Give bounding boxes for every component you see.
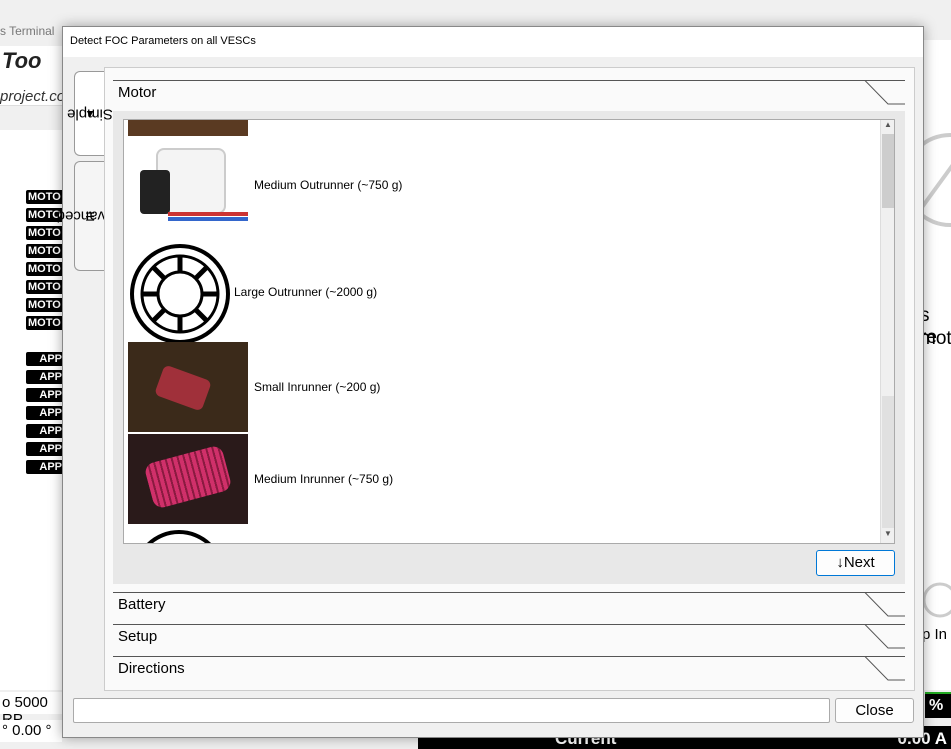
motor-type-list[interactable]: Medium Outrunner (~750 g) Large Outrunne… xyxy=(123,119,895,544)
logo-text: Too xyxy=(2,48,42,73)
motor-badge[interactable]: MOTO xyxy=(26,298,66,312)
motor-badge[interactable]: MOTO xyxy=(26,190,66,204)
app-badge[interactable]: APP xyxy=(26,424,66,438)
list-item[interactable]: Small Inrunner (~200 g) xyxy=(128,342,868,432)
background-text: p In xyxy=(922,626,948,643)
motor-label: Medium Outrunner (~750 g) xyxy=(254,178,403,192)
arrow-down-icon: ↓ xyxy=(836,554,844,571)
background-right-pane xyxy=(920,40,951,690)
angle-field[interactable]: ° 0.00 ° xyxy=(0,720,62,742)
motor-thumbnail xyxy=(128,140,248,230)
help-icon xyxy=(922,582,951,618)
motor-badge[interactable]: MOTO xyxy=(26,316,66,330)
percent-gauge: % xyxy=(925,692,951,718)
next-button[interactable]: ↓Next xyxy=(816,550,895,576)
section-setup[interactable]: Setup xyxy=(113,624,905,649)
background-menu: s Terminal xyxy=(0,24,55,38)
motor-badge[interactable]: MOTO xyxy=(26,244,66,258)
background-text: mot xyxy=(920,328,951,349)
motor-badge[interactable]: MOTO xyxy=(26,262,66,276)
close-button[interactable]: Close xyxy=(835,698,914,723)
section-label: Setup xyxy=(118,628,158,645)
motor-badge[interactable]: MOTO xyxy=(26,226,66,240)
rpm-field[interactable]: o 5000 RP xyxy=(0,692,62,728)
toolbox: Motor Medium Outrunner (~750 g) Large Ou… xyxy=(104,67,915,691)
list-item[interactable]: Medium Inrunner (~750 g) xyxy=(128,434,868,524)
section-label: Battery xyxy=(118,596,166,613)
motor-panel: Medium Outrunner (~750 g) Large Outrunne… xyxy=(113,111,905,584)
app-badge[interactable]: APP xyxy=(26,442,66,456)
app-badge[interactable]: APP xyxy=(26,406,66,420)
scrollbar-thumb[interactable] xyxy=(882,134,894,208)
section-tab-corner xyxy=(863,592,905,617)
section-label: Directions xyxy=(118,660,185,677)
motor-thumbnail xyxy=(128,120,248,136)
scroll-up-icon[interactable]: ▲ xyxy=(881,120,894,134)
section-motor[interactable]: Motor xyxy=(113,80,905,105)
motor-badge[interactable]: MOTO xyxy=(26,280,66,294)
tab-label: Simple xyxy=(66,105,113,122)
list-scrollbar[interactable]: ▲ ▼ xyxy=(880,120,894,543)
section-battery[interactable]: Battery xyxy=(113,592,905,617)
section-tab-corner xyxy=(863,624,905,649)
tab-simple[interactable]: ▲ Simple xyxy=(67,71,112,156)
warning-graphic-icon xyxy=(920,133,951,227)
tab-advanced[interactable]: ☰ Advanced xyxy=(56,161,123,271)
dialog-title: Detect FOC Parameters on all VESCs xyxy=(63,27,923,57)
app-logo: Too project.com xyxy=(0,46,78,106)
motor-label: Small Inrunner (~200 g) xyxy=(254,380,381,394)
outrunner-diagram-icon xyxy=(146,530,212,543)
outrunner-diagram-icon xyxy=(130,244,230,344)
section-directions[interactable]: Directions xyxy=(113,656,905,681)
list-item[interactable]: Large Outrunner (~2000 g) xyxy=(128,242,868,344)
motor-label: Large Outrunner (~2000 g) xyxy=(234,285,378,299)
section-tab-corner xyxy=(863,656,905,681)
next-label: Next xyxy=(843,554,875,571)
motor-thumbnail xyxy=(128,434,248,524)
motor-label: Medium Inrunner (~750 g) xyxy=(254,472,394,486)
app-badge[interactable]: APP xyxy=(26,460,66,474)
status-field[interactable] xyxy=(73,698,830,723)
motor-thumbnail xyxy=(128,342,248,432)
app-badge[interactable]: APP xyxy=(26,352,66,366)
section-tab-corner xyxy=(863,80,905,105)
section-label: Motor xyxy=(118,84,157,101)
list-item[interactable]: Medium Outrunner (~750 g) xyxy=(128,140,868,230)
detect-foc-dialog: Detect FOC Parameters on all VESCs ▲ Sim… xyxy=(56,26,924,738)
app-badge[interactable]: APP xyxy=(26,370,66,384)
scroll-down-icon[interactable]: ▼ xyxy=(881,529,894,543)
app-badge[interactable]: APP xyxy=(26,388,66,402)
